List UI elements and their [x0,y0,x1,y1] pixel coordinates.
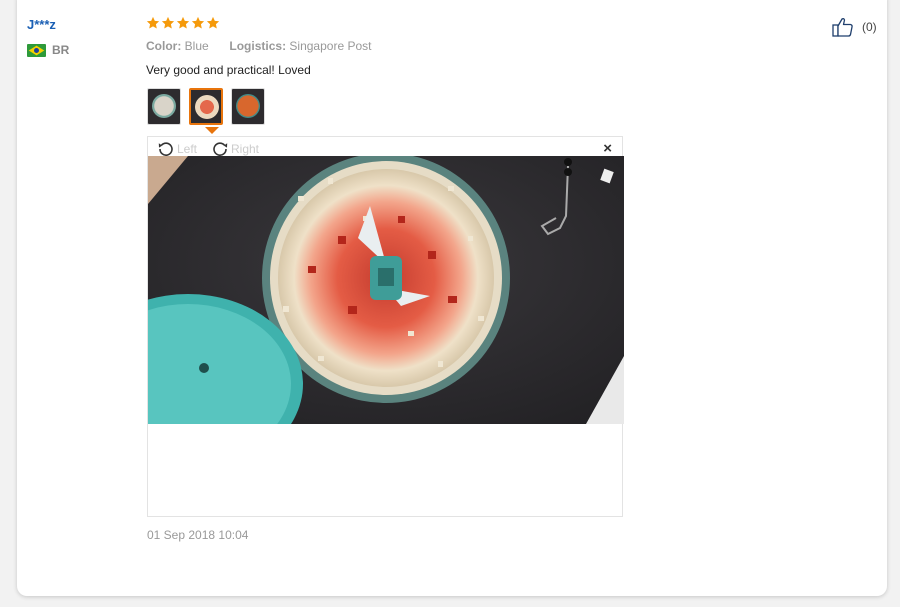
review-photo [148,156,624,424]
star-rating [146,16,220,30]
photo-thumbnail-active[interactable] [189,88,223,125]
star-icon [191,16,205,29]
helpful-button[interactable]: (0) [832,16,877,38]
photo-thumbnail[interactable] [147,88,181,125]
star-icon [206,16,220,29]
star-icon [146,16,160,29]
rotate-left-label: Left [177,142,198,156]
photo-thumbnail[interactable] [231,88,265,125]
thumbs-up-icon [832,18,853,37]
close-icon[interactable]: × [603,140,612,157]
rotate-right-label: Right [231,142,260,156]
country-code: BR [52,43,70,57]
logistics-value: Singapore Post [289,39,372,53]
helpful-count: (0) [862,20,877,34]
chopped-vegetables-photo [148,156,624,424]
reviewer-country: BR [27,43,69,57]
color-value: Blue [184,39,209,53]
star-icon [161,16,175,29]
brazil-flag-icon [27,43,46,57]
review-text: Very good and practical! Loved [146,63,311,77]
logistics-label: Logistics: [229,39,287,53]
photo-thumbnails [147,88,265,125]
review-date: 01 Sep 2018 10:04 [147,528,249,542]
color-label: Color: [146,39,182,53]
star-icon [176,16,190,29]
active-thumbnail-caret [205,127,219,134]
photo-viewer: Left Right × [147,136,624,517]
review-meta: Color: Blue Logistics: Singapore Post [146,39,371,53]
reviewer-name: J***z [27,17,56,32]
